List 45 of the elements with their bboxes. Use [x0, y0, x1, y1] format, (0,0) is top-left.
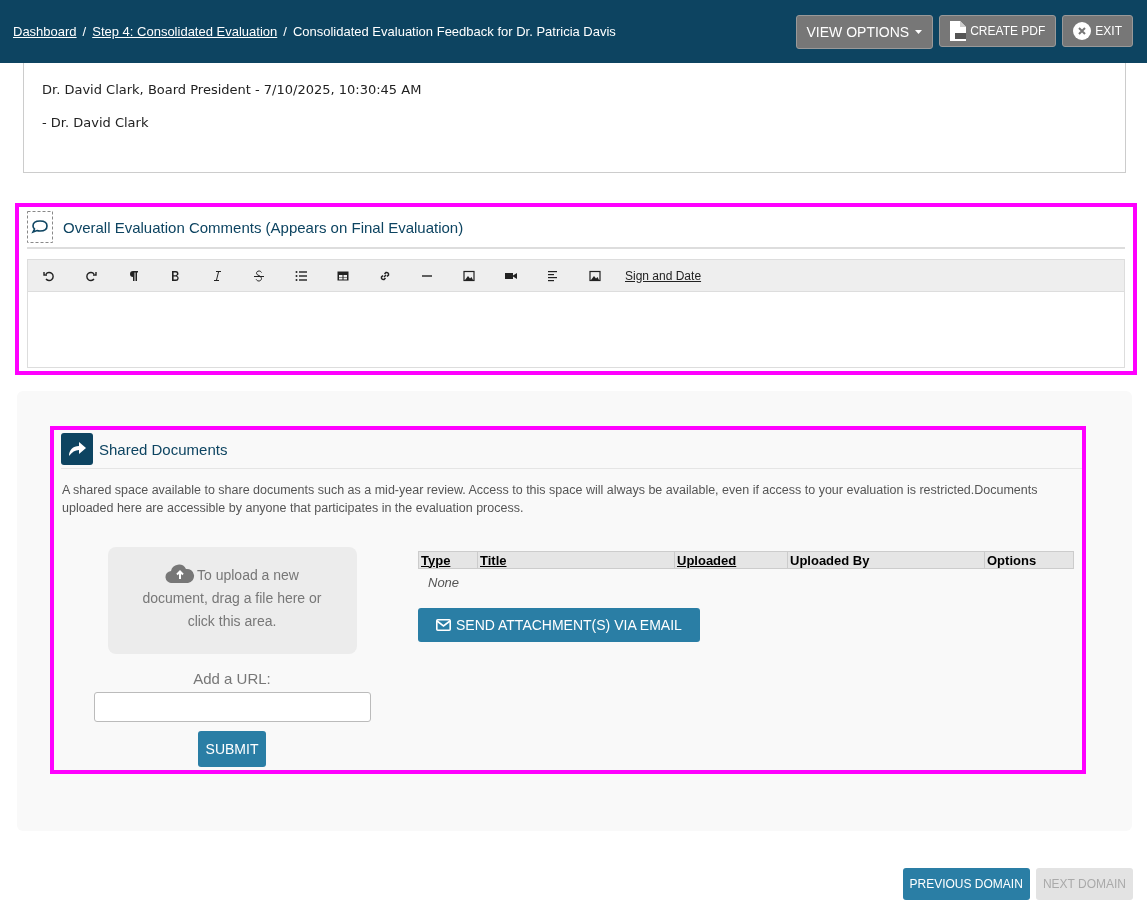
strikethrough-icon[interactable]: [253, 269, 265, 282]
breadcrumb-current: Consolidated Evaluation Feedback for Dr. Patricia Davis: [292, 24, 616, 39]
column-header: Options: [984, 551, 1074, 569]
section-description: A shared space available to share documents such as a mid-year review. Access to this space will always be available, even if access to your evaluation is restricted.Documents uploaded here are accessible by anyone that participates in the evaluation process.: [62, 482, 1039, 517]
align-left-icon[interactable]: [547, 269, 559, 282]
bullet-list-icon[interactable]: [295, 269, 307, 282]
italic-icon[interactable]: [211, 269, 223, 282]
cloud-upload-icon: [165, 563, 195, 583]
url-label: Add a URL:: [193, 670, 271, 687]
create-pdf-button[interactable]: CREATE PDF: [939, 14, 1057, 47]
image-icon[interactable]: [589, 269, 601, 282]
speech-bubble-icon: [27, 211, 53, 243]
redo-icon[interactable]: [85, 269, 97, 282]
link-icon[interactable]: [379, 269, 391, 282]
undo-icon[interactable]: [43, 269, 55, 282]
column-header: Uploaded By: [787, 551, 985, 569]
section-title: Overall Evaluation Comments (Appears on Final Evaluation): [63, 218, 464, 236]
exit-button[interactable]: EXIT: [1062, 14, 1133, 47]
sortable-column-header[interactable]: Title: [477, 551, 675, 569]
breadcrumb-separator: /: [82, 24, 87, 39]
submit-button[interactable]: SUBMIT: [197, 731, 267, 767]
envelope-icon: [436, 619, 451, 631]
pdf-file-icon: [950, 20, 967, 41]
url-input-field[interactable]: [93, 692, 371, 722]
feedback-text: Dr. David Clark, Board President - 7/10/2025, 10:30:45 AM: [42, 82, 423, 97]
feedback-text: - Dr. David Clark: [42, 115, 150, 130]
bold-icon[interactable]: [169, 269, 181, 282]
previous-domain-button[interactable]: PREVIOUS DOMAIN: [902, 868, 1030, 900]
table-icon[interactable]: [337, 269, 349, 282]
paragraph-icon[interactable]: [127, 269, 139, 282]
breadcrumb-link[interactable]: Step 4: Consolidated Evaluation: [92, 24, 278, 39]
section-title: Shared Documents: [99, 440, 228, 458]
upload-drop-area[interactable]: To upload a new document, drag a file here or click this area.: [107, 547, 357, 654]
view-options-button[interactable]: VIEW OPTIONS: [795, 14, 934, 49]
empty-table-message: None: [427, 574, 461, 592]
image-icon[interactable]: [463, 269, 475, 282]
close-icon: [1073, 21, 1092, 40]
sortable-column-header[interactable]: Type: [418, 551, 478, 569]
breadcrumb-link[interactable]: Dashboard: [13, 24, 77, 39]
rich-text-editor[interactable]: Sign and Date: [27, 259, 1125, 368]
sign-and-date-button[interactable]: Sign and Date: [625, 268, 702, 283]
caret-icon: [915, 29, 923, 34]
send-email-button[interactable]: SEND ATTACHMENT(S) VIA EMAIL: [418, 608, 700, 642]
sortable-column-header[interactable]: Uploaded: [674, 551, 788, 569]
breadcrumb-separator: /: [283, 24, 287, 39]
